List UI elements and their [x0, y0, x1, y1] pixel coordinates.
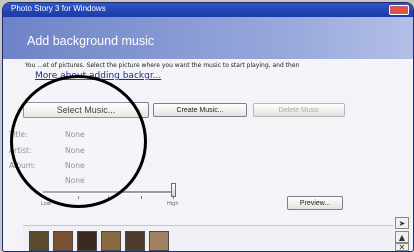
- close-icon[interactable]: ✕: [395, 243, 409, 251]
- filmstrip-thumbnail[interactable]: [29, 231, 49, 251]
- step-header: Add background music: [3, 17, 413, 59]
- delete-music-button[interactable]: Delete Music: [253, 103, 345, 117]
- instruction-text: You ...et of pictures. Select the pictur…: [25, 62, 300, 69]
- create-music-button[interactable]: Create Music...: [153, 103, 247, 117]
- volume-tick: [108, 196, 109, 199]
- select-music-button[interactable]: Select Music...: [23, 102, 149, 118]
- page-title: Add background music: [27, 34, 155, 48]
- info-value: None: [65, 146, 85, 155]
- info-value: None: [65, 130, 85, 139]
- filmstrip-thumbnail[interactable]: [77, 231, 97, 251]
- preview-button[interactable]: Preview...: [287, 196, 343, 210]
- info-value: None: [65, 161, 85, 170]
- window-title: Photo Story 3 for Windows: [11, 4, 106, 13]
- info-label: Title:: [9, 130, 28, 139]
- filmstrip-thumbnail[interactable]: [125, 231, 145, 251]
- filmstrip-thumbnail[interactable]: [53, 231, 73, 251]
- filmstrip-thumbnail[interactable]: [101, 231, 121, 251]
- volume-tick: [45, 196, 46, 199]
- info-label: Album:: [9, 161, 36, 170]
- title-bar: Photo Story 3 for Windows: [3, 3, 413, 17]
- info-label: Artist:: [9, 146, 32, 155]
- up-arrow-icon[interactable]: ▲: [395, 231, 409, 243]
- app-window: Photo Story 3 for Windows Add background…: [2, 2, 414, 252]
- close-window-button[interactable]: [389, 5, 409, 15]
- volume-high-label: High: [167, 201, 179, 207]
- filmstrip: [23, 225, 393, 251]
- filmstrip-thumbnail[interactable]: [149, 231, 169, 251]
- volume-tick: [141, 196, 142, 199]
- help-link[interactable]: More about adding backgr...: [35, 71, 161, 81]
- volume-slider-thumb[interactable]: [171, 183, 176, 197]
- right-arrow-icon[interactable]: ➤: [395, 217, 409, 229]
- volume-low-label: Low: [41, 201, 51, 207]
- info-value: None: [65, 176, 85, 185]
- volume-slider-track[interactable]: [43, 191, 175, 194]
- volume-tick: [78, 196, 79, 199]
